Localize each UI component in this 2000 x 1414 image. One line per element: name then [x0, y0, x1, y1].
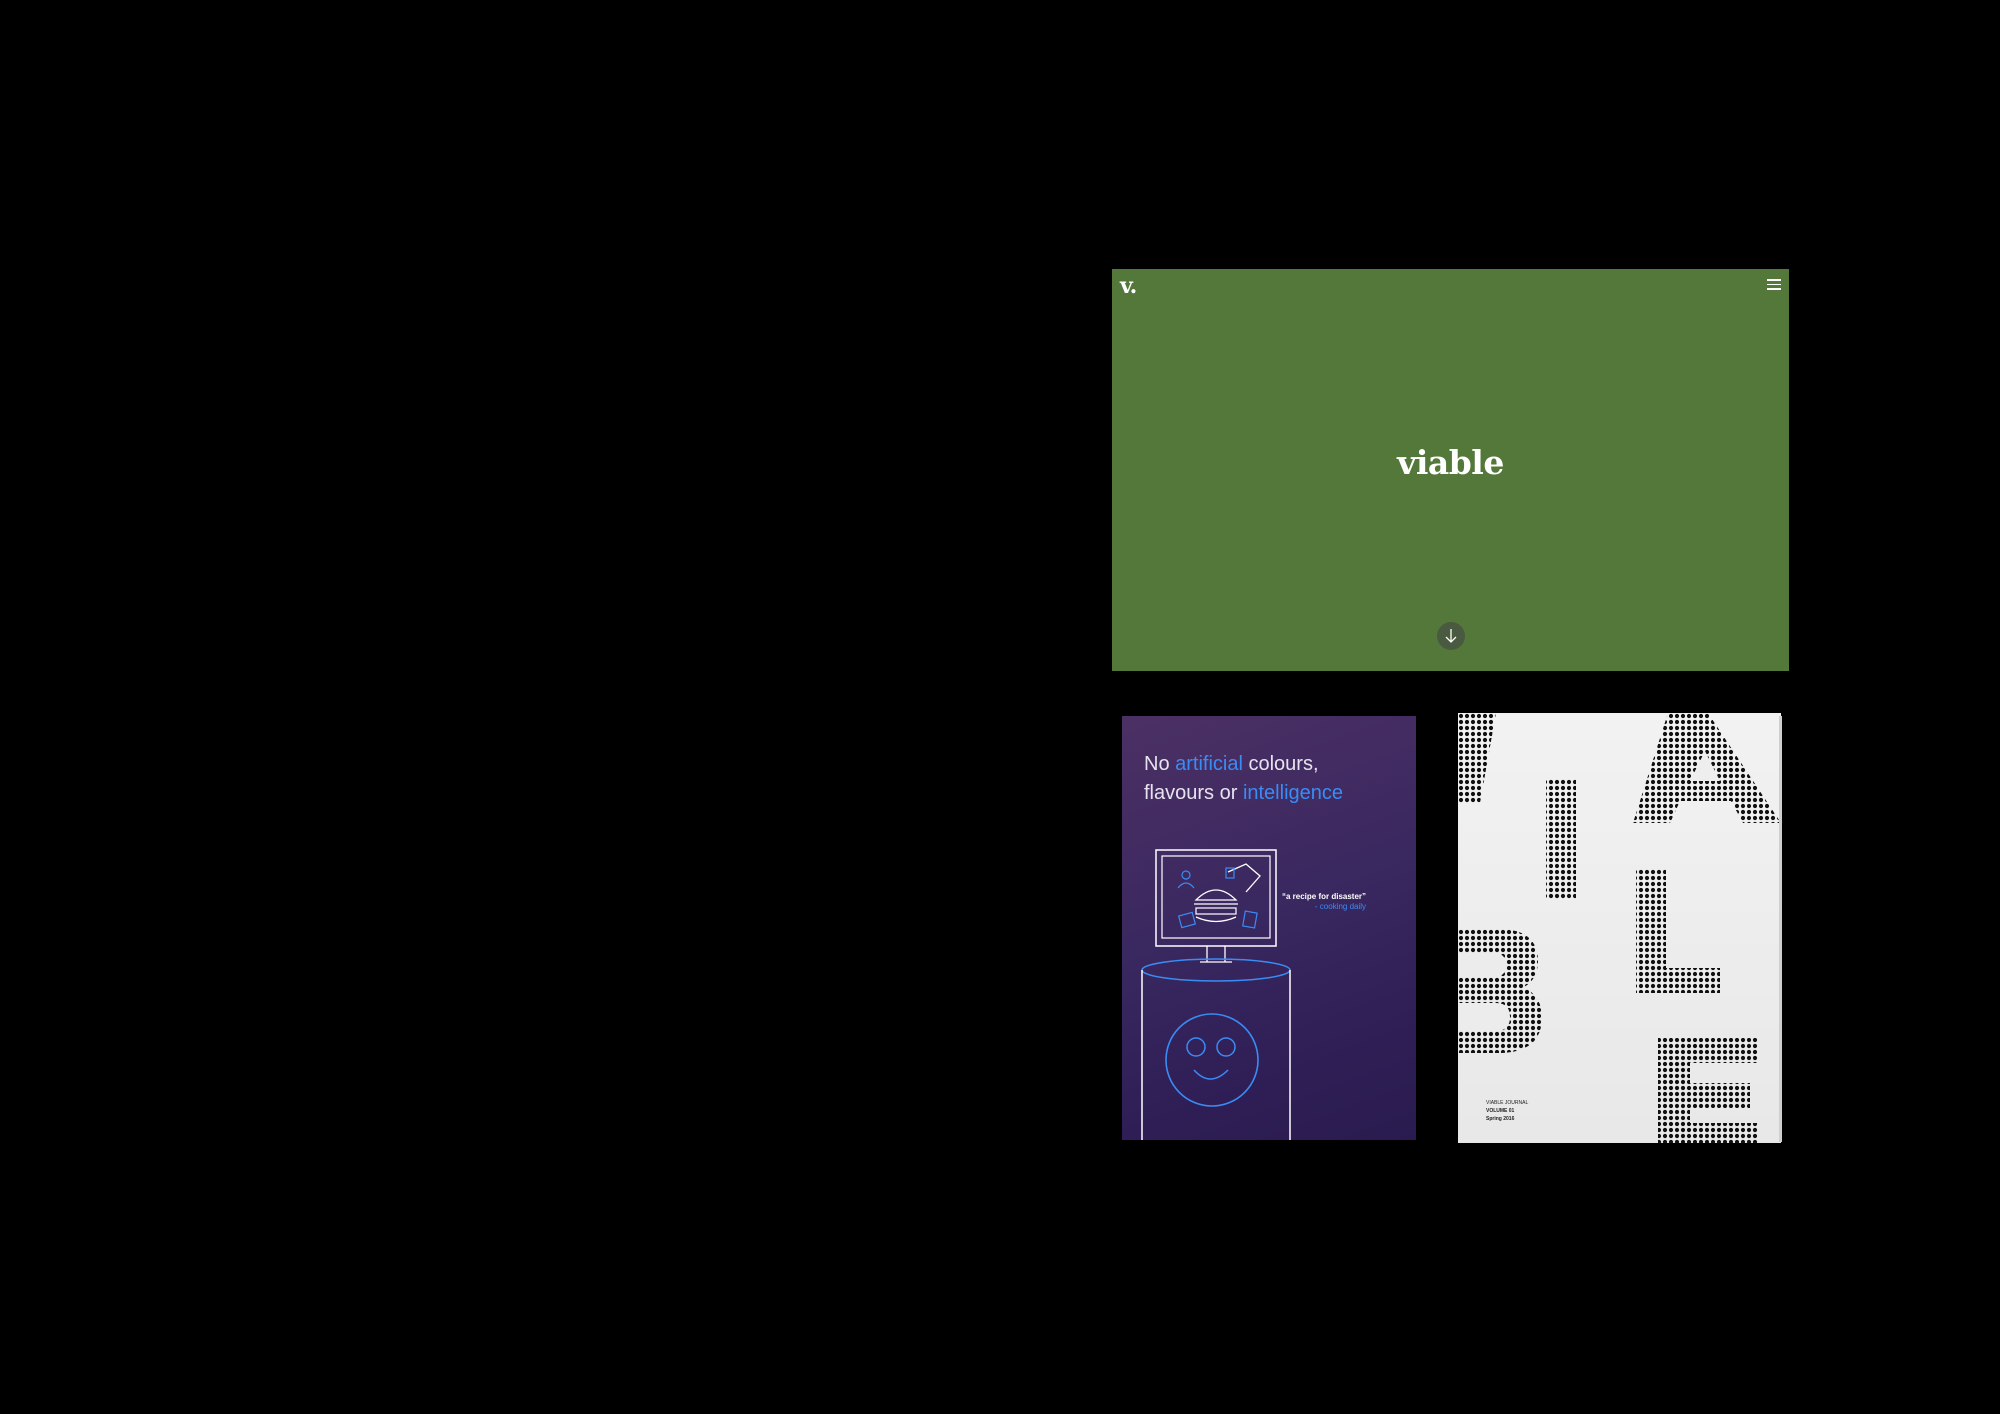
journal-info: VIABLE JOURNAL VOLUME 01 Spring 2016 — [1486, 1100, 1529, 1122]
letter-i — [1546, 779, 1576, 899]
site-logo[interactable]: v. — [1120, 273, 1137, 299]
arrow-down-icon[interactable] — [1437, 622, 1465, 650]
robot-illustration — [1141, 849, 1291, 1140]
smiley-icon — [1165, 1013, 1259, 1107]
burger-icon — [1194, 889, 1238, 923]
person-icon — [1181, 870, 1191, 880]
letter-b — [1458, 929, 1542, 1053]
hamburger-icon[interactable] — [1767, 279, 1781, 291]
note-icon — [1177, 911, 1197, 929]
website-preview: v. viable — [1112, 269, 1789, 671]
site-title: viable — [1397, 443, 1504, 482]
magazine-page-purple: No artificial colours, flavours or intel… — [1122, 716, 1416, 1140]
viable-halftone-letters — [1458, 713, 1781, 1143]
portfolio-stage: v. viable No artificial colours, flavour… — [0, 0, 2000, 1414]
letter-l — [1636, 869, 1720, 993]
letter-v — [1458, 713, 1496, 803]
document-icon — [1242, 910, 1258, 929]
page-edge — [1779, 716, 1782, 1142]
magazine-page-white: VIABLE JOURNAL VOLUME 01 Spring 2016 — [1458, 713, 1781, 1143]
letter-e — [1658, 1038, 1758, 1143]
